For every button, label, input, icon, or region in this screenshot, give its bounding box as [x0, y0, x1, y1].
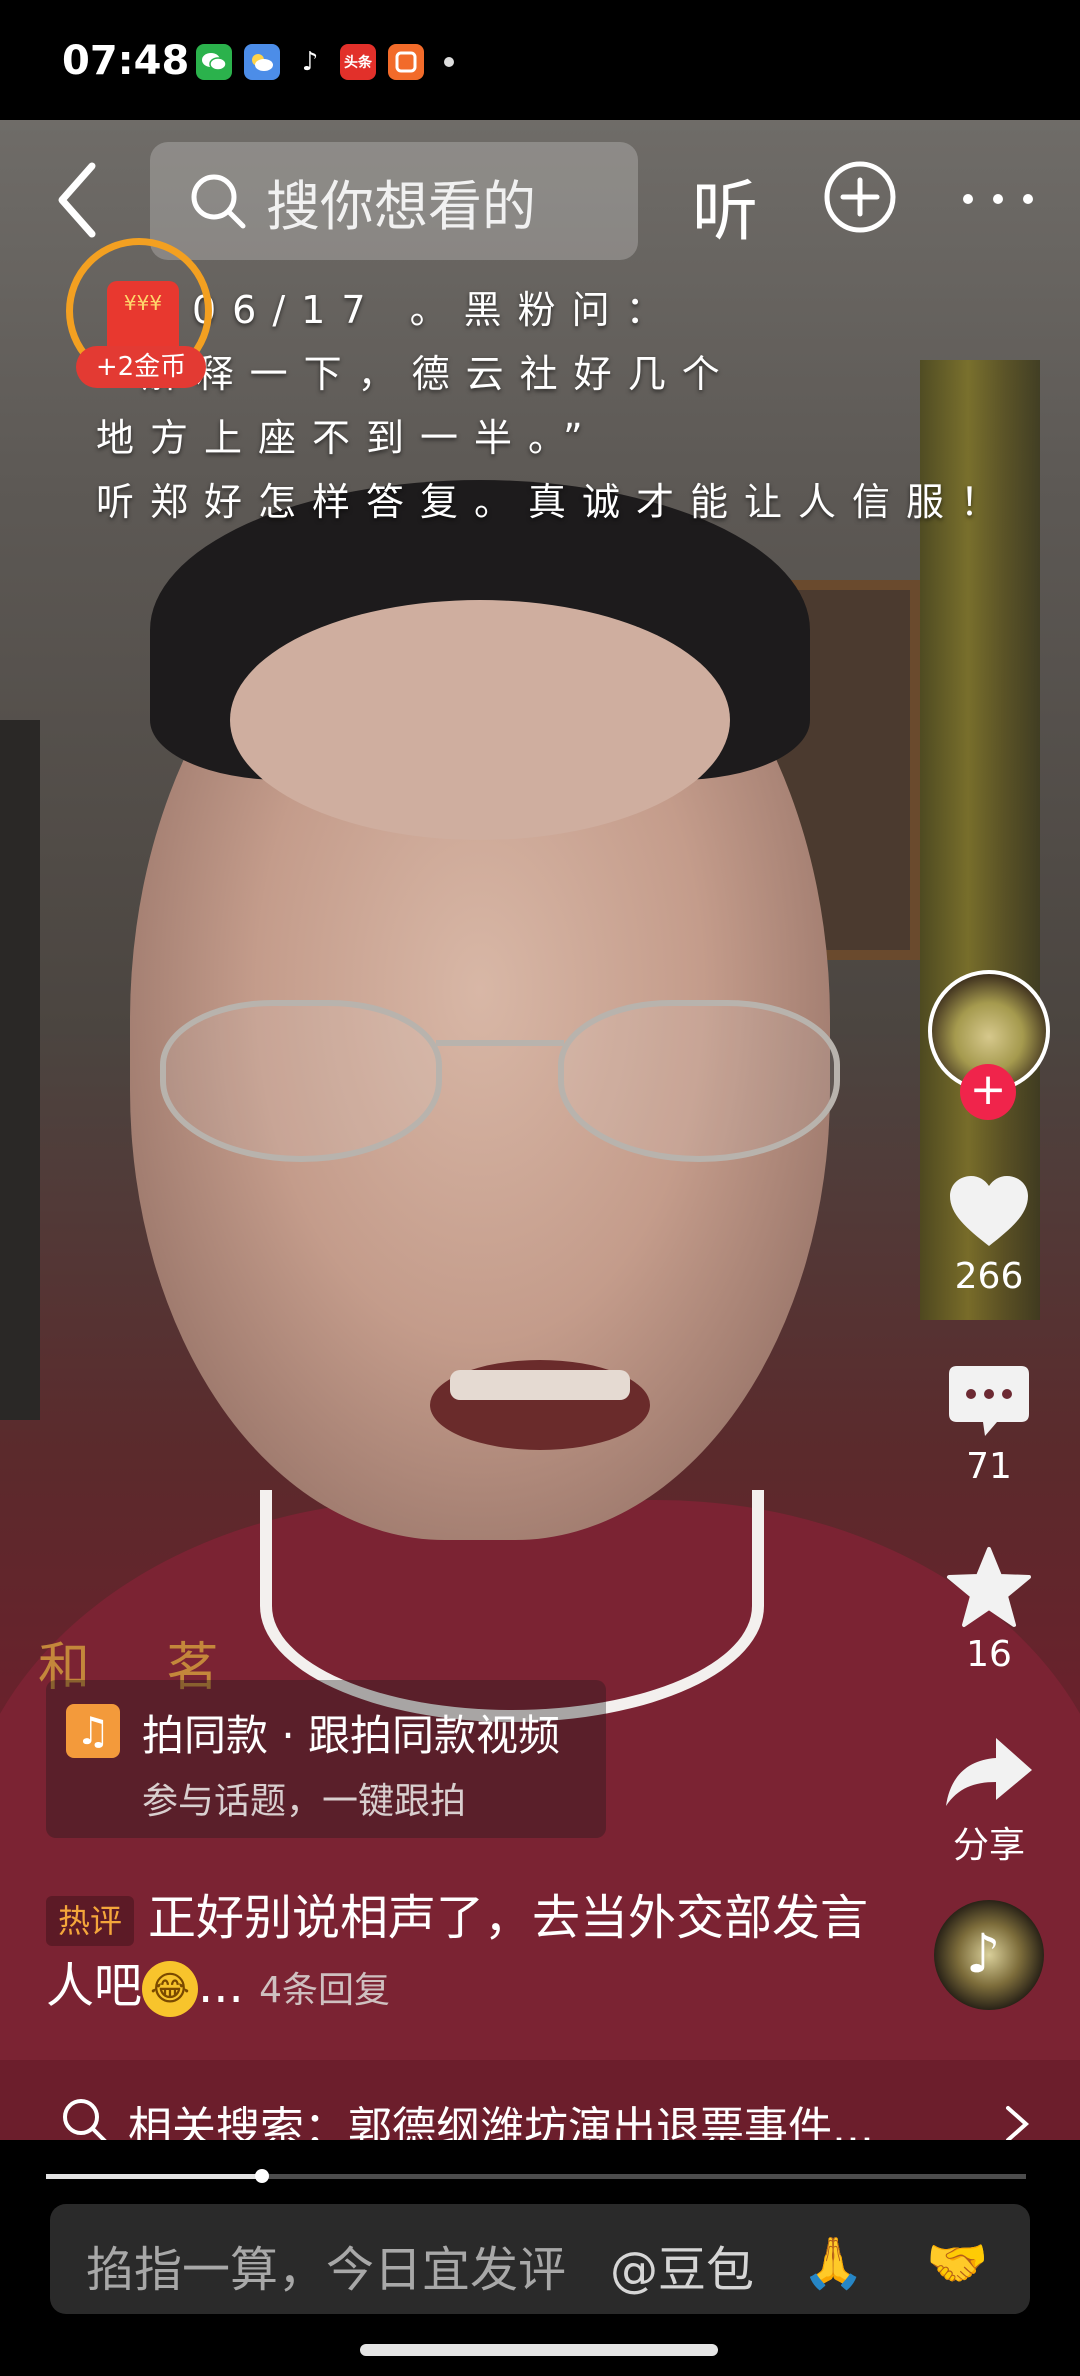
star-icon — [947, 1547, 1031, 1627]
video-scene-glasses — [160, 1000, 840, 1162]
laughing-emoji-icon: 😂 — [142, 1961, 199, 2017]
search-icon — [63, 2099, 108, 2144]
caption-line: 06/17 。黑粉问： — [192, 288, 680, 332]
search-placeholder: 搜你想看的 — [266, 174, 536, 238]
heart-icon — [950, 1176, 1028, 1246]
add-circle-icon[interactable] — [823, 160, 897, 234]
status-bar: 07:48 ♪ 头条 — [0, 0, 1080, 120]
follow-button[interactable]: + — [960, 1064, 1016, 1120]
template-title: 拍同款 · 跟拍同款视频 — [142, 1711, 561, 1760]
toutiao-icon: 头条 — [340, 44, 376, 80]
share-arrow-icon — [946, 1738, 1032, 1806]
home-indicator[interactable] — [360, 2344, 718, 2356]
music-disc[interactable]: ♪ — [934, 1900, 1044, 2010]
hot-comment-tag: 热评 — [46, 1896, 135, 1946]
caption-line: 地方上座不到一半。” — [96, 416, 599, 460]
music-note-icon: ♪ — [966, 1922, 1001, 1985]
like-count: 266 — [954, 1256, 1024, 1297]
hot-comment-ellipsis: ... — [198, 1958, 244, 2014]
share-button[interactable]: 分享 — [930, 1734, 1048, 1868]
video-scene-forehead — [230, 600, 730, 840]
hot-comment[interactable]: 热评 正好别说相声了，去当外交部发言人吧 😂... 4条回复 — [46, 1884, 896, 2025]
search-icon — [191, 174, 246, 229]
comment-icon — [949, 1366, 1029, 1436]
search-input[interactable]: 搜你想看的 — [150, 142, 638, 260]
back-icon[interactable] — [54, 160, 98, 240]
notification-dot — [444, 57, 454, 67]
like-button[interactable]: 266 — [930, 1172, 1048, 1297]
hot-comment-replies[interactable]: 4条回复 — [259, 1970, 390, 2011]
caption-line: “解释一下，德云社好几个 — [106, 352, 736, 396]
comment-placeholder: 掐指一算，今日宜发评 — [86, 2242, 567, 2298]
status-app-icons: ♪ 头条 — [196, 44, 454, 80]
music-note-icon: ♫ — [66, 1704, 120, 1758]
listen-button[interactable]: 听 — [692, 158, 758, 254]
praying-hands-emoji[interactable]: 🙏 — [802, 2234, 864, 2293]
toutiao-label: 头条 — [344, 55, 372, 71]
status-time: 07:48 — [62, 38, 190, 84]
wechat-icon — [196, 44, 232, 80]
coin-badge: +2金币 — [76, 346, 206, 388]
video-scene-wall — [0, 720, 40, 1420]
video-progress-bar[interactable] — [46, 2169, 1026, 2183]
douyin-lite-icon — [388, 44, 424, 80]
weather-icon — [244, 44, 280, 80]
template-chip[interactable]: ♫ 拍同款 · 跟拍同款视频 参与话题，一键跟拍 — [46, 1680, 606, 1838]
mention-button[interactable]: @豆包 — [610, 2230, 754, 2300]
favorite-button[interactable]: 16 — [930, 1546, 1048, 1675]
comment-button[interactable]: 71 — [930, 1364, 1048, 1487]
chevron-right-icon — [1006, 2106, 1030, 2142]
share-label: 分享 — [952, 1825, 1025, 1866]
favorite-count: 16 — [966, 1634, 1012, 1675]
caption-line: 听郑好怎样答复。真诚才能让人信服！ — [96, 480, 1015, 524]
template-subtitle: 参与话题，一键跟拍 — [142, 1781, 467, 1822]
red-packet-text: ¥¥¥ — [123, 291, 163, 315]
video-progress-knob[interactable] — [254, 2169, 269, 2183]
video-progress-fill — [46, 2174, 262, 2179]
handshake-emoji[interactable]: 🤝 — [926, 2234, 988, 2293]
more-icon[interactable] — [958, 190, 1038, 208]
video-scene-teeth — [450, 1370, 630, 1400]
douyin-icon: ♪ — [292, 44, 328, 80]
comment-count: 71 — [966, 1446, 1012, 1487]
video-caption: 06/17 。黑粉问： “解释一下，德云社好几个 地方上座不到一半。” 听郑好怎… — [96, 278, 1014, 534]
comment-input[interactable]: 掐指一算，今日宜发评 @豆包 🙏 🤝 — [50, 2204, 1030, 2314]
